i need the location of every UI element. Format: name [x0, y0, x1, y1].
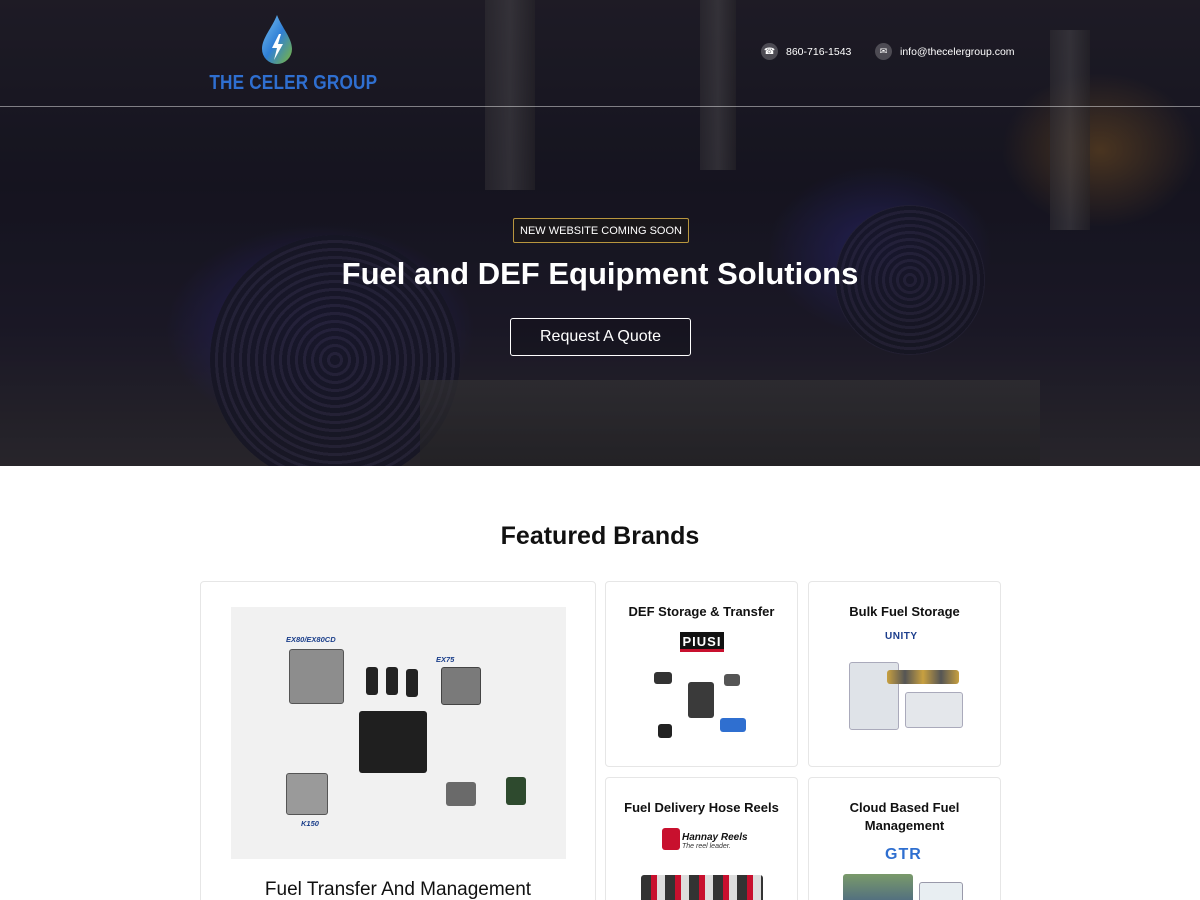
- product-image: [843, 874, 913, 900]
- phone-icon: ☎: [761, 43, 778, 60]
- product-image: [641, 875, 763, 900]
- nozzle-image: [386, 667, 398, 695]
- product-label: EX80/EX80CD: [286, 635, 336, 644]
- control-box-image: [359, 711, 427, 773]
- hannay-logo: Hannay Reels: [682, 832, 748, 843]
- hannay-logo-mark: [662, 828, 680, 850]
- meter-image: [506, 777, 526, 805]
- card-title: Cloud Based Fuel Management: [849, 800, 960, 833]
- card-title: Fuel Delivery Hose Reels: [624, 800, 779, 815]
- brand-card-fuel-transfer[interactable]: EX80/EX80CD EX75 K150 Fuel Transfer And …: [200, 581, 596, 900]
- header-email[interactable]: ✉ info@thecelergroup.com: [875, 43, 1015, 60]
- brand-card-hose-reels[interactable]: Fuel Delivery Hose Reels Hannay Reels Th…: [605, 777, 798, 900]
- piusi-logo: PIUSI: [680, 632, 724, 652]
- unity-logo: UNITY: [885, 631, 918, 642]
- product-image: [887, 670, 959, 684]
- product-image: [688, 682, 714, 718]
- pump-image: [289, 649, 344, 704]
- request-quote-button[interactable]: Request A Quote: [510, 318, 691, 356]
- pump-image: [441, 667, 481, 705]
- hannay-tagline: The reel leader.: [682, 843, 731, 850]
- product-label: EX75: [436, 655, 455, 664]
- header-divider: [0, 106, 1200, 107]
- product-image: [720, 718, 746, 732]
- product-image: [724, 674, 740, 686]
- gtr-logo: GTR: [885, 846, 922, 863]
- logo-drop-icon: [262, 15, 292, 64]
- brand-card-bulk-fuel[interactable]: Bulk Fuel Storage UNITY: [808, 581, 1001, 767]
- card-title: Bulk Fuel Storage: [849, 604, 960, 619]
- featured-brands-title: Featured Brands: [500, 522, 700, 550]
- card-title: Fuel Transfer And Management: [264, 879, 532, 900]
- site-logo[interactable]: THE CELER GROUP: [198, 14, 378, 96]
- product-image: [658, 724, 672, 738]
- fuel-transfer-product-image: EX80/EX80CD EX75 K150: [231, 607, 566, 859]
- hero-title: Fuel and DEF Equipment Solutions: [341, 256, 859, 291]
- nozzle-image: [406, 669, 418, 697]
- nozzle-image: [366, 667, 378, 695]
- card-title: DEF Storage & Transfer: [628, 604, 775, 619]
- meter-image: [446, 782, 476, 806]
- phone-text[interactable]: 860-716-1543: [786, 46, 851, 58]
- brand-card-cloud-fuel[interactable]: Cloud Based Fuel Management GTR: [808, 777, 1001, 900]
- product-image: [654, 672, 672, 684]
- header-phone[interactable]: ☎ 860-716-1543: [761, 43, 851, 60]
- product-image: [905, 692, 963, 728]
- coming-soon-badge: NEW WEBSITE COMING SOON: [513, 218, 689, 243]
- email-icon: ✉: [875, 43, 892, 60]
- brand-card-def-storage[interactable]: DEF Storage & Transfer PIUSI: [605, 581, 798, 767]
- product-image: [919, 882, 963, 900]
- logo-text: THE CELER GROUP: [209, 72, 378, 94]
- email-text[interactable]: info@thecelergroup.com: [900, 46, 1015, 58]
- product-label: K150: [301, 819, 319, 828]
- meter-image: [286, 773, 328, 815]
